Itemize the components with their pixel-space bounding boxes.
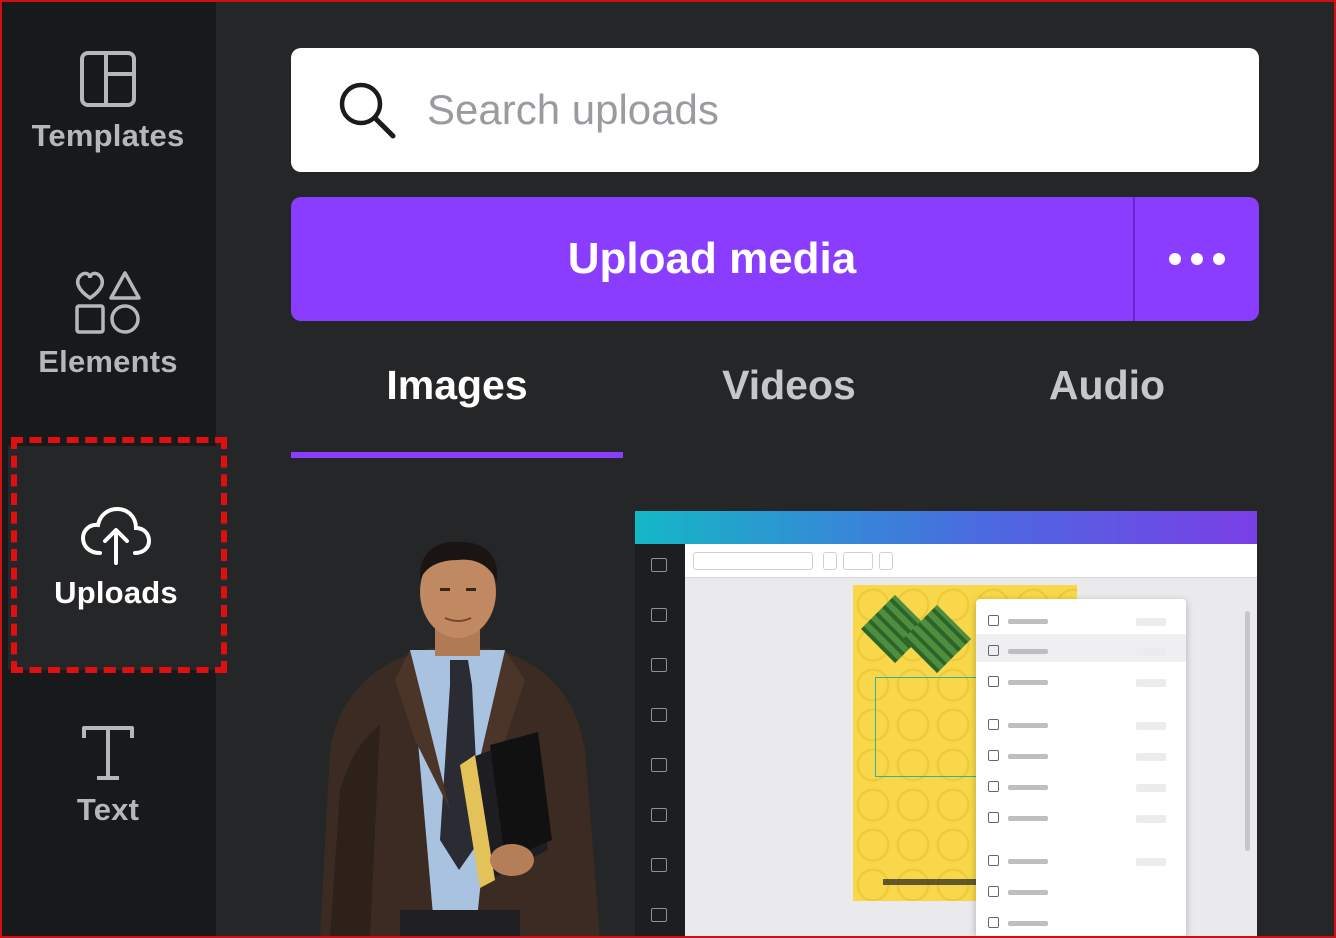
tab-images[interactable]: Images bbox=[291, 362, 623, 426]
upload-media-button[interactable]: Upload media bbox=[291, 197, 1133, 321]
upload-thumbnail-editor-screenshot[interactable] bbox=[635, 511, 1257, 938]
sidebar-item-label: Templates bbox=[31, 118, 185, 153]
search-box[interactable] bbox=[291, 48, 1259, 172]
sidebar: Templates Elements Uploads Text bbox=[0, 0, 224, 938]
sidebar-item-templates[interactable]: Templates bbox=[0, 48, 216, 178]
screenshot-top-bar bbox=[635, 511, 1257, 544]
upload-thumbnail-person-photo[interactable] bbox=[300, 510, 620, 938]
sidebar-item-text[interactable]: Text bbox=[0, 722, 216, 852]
screenshot-sidebar bbox=[635, 544, 685, 938]
more-options-button[interactable] bbox=[1133, 197, 1259, 321]
tab-videos[interactable]: Videos bbox=[623, 362, 955, 426]
search-icon bbox=[339, 82, 396, 139]
search-input[interactable] bbox=[427, 86, 1187, 134]
cloud-upload-icon bbox=[80, 506, 152, 565]
active-tab-indicator bbox=[291, 452, 623, 458]
tab-label: Audio bbox=[1048, 362, 1166, 408]
screenshot-context-menu bbox=[976, 599, 1186, 938]
layout-icon bbox=[80, 51, 136, 107]
text-icon bbox=[82, 726, 134, 780]
tab-audio[interactable]: Audio bbox=[955, 362, 1259, 426]
person-photo-image bbox=[320, 541, 600, 938]
sidebar-item-uploads[interactable]: Uploads bbox=[8, 446, 224, 670]
tab-label: Images bbox=[386, 362, 528, 408]
ellipsis-icon bbox=[1164, 253, 1230, 265]
sidebar-item-label: Elements bbox=[38, 344, 178, 379]
shapes-icon bbox=[75, 271, 141, 334]
sidebar-item-label: Uploads bbox=[54, 575, 178, 610]
sidebar-item-elements[interactable]: Elements bbox=[0, 268, 216, 398]
sidebar-item-label: Text bbox=[76, 792, 140, 827]
upload-media-label: Upload media bbox=[567, 234, 857, 283]
screenshot-scrollbar bbox=[1245, 611, 1250, 851]
tab-label: Videos bbox=[722, 362, 856, 408]
screenshot-toolbar bbox=[685, 544, 1257, 578]
